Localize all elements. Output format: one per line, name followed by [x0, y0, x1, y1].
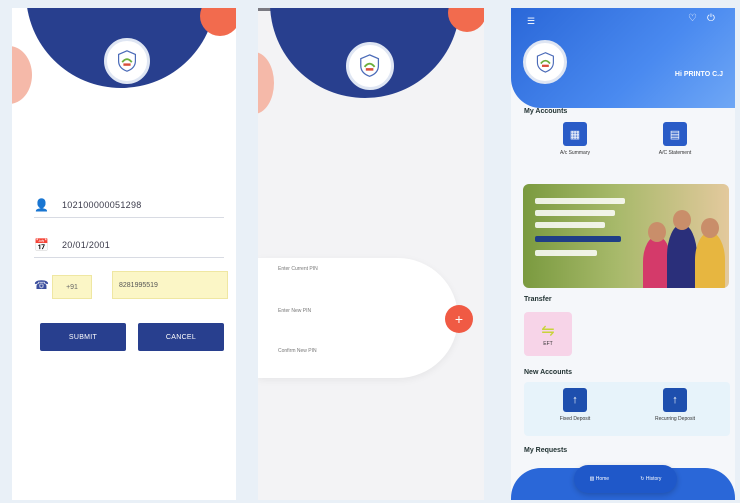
nav-history-label: History [645, 476, 662, 482]
bell-icon[interactable]: ♡ [688, 13, 697, 24]
user-icon: 👤 [34, 197, 49, 212]
fixed-deposit-label: Fixed Deposit [559, 416, 591, 422]
decor-pink-circle [258, 52, 274, 114]
phone-icon: ☎ [34, 278, 49, 292]
account-number-field[interactable]: 👤 102100000051298 [34, 192, 224, 218]
dob-value: 20/01/2001 [62, 239, 111, 250]
banner-text-line [535, 236, 621, 242]
banner-person-head [648, 222, 666, 242]
recurring-deposit-button[interactable]: ↑ Recurring Deposit [635, 388, 715, 422]
bank-logo [523, 40, 567, 84]
ac-statement-button[interactable]: ▤ A/C Statement [635, 122, 715, 156]
eft-label: EFT [543, 341, 553, 347]
dashboard-screen: ☰ ♡ ⏻ Hi PRINTO C.J My Accounts ▦ A/c Su… [511, 8, 735, 500]
banner-person-head [673, 210, 691, 230]
account-number-value: 102100000051298 [62, 199, 142, 210]
shield-logo-icon [118, 50, 136, 72]
deposit-icon: ↑ [663, 388, 687, 412]
recurring-deposit-label: Recurring Deposit [654, 416, 696, 422]
shield-logo-icon [536, 51, 554, 73]
user-greeting: Hi PRINTO C.J [674, 71, 723, 78]
my-accounts-title: My Accounts [524, 108, 568, 115]
nav-history-button[interactable]: ↻ History [640, 476, 661, 482]
eft-button[interactable]: ⇋ EFT [524, 312, 572, 356]
bank-logo [104, 38, 150, 84]
eft-icon: ⇋ [541, 323, 555, 340]
current-pin-input[interactable]: Enter Current PIN [278, 266, 318, 272]
banner-person [667, 224, 697, 288]
new-accounts-title: New Accounts [524, 369, 572, 376]
ac-summary-label: A/c Summary [559, 150, 590, 156]
shield-logo-icon [360, 54, 380, 78]
new-pin-input[interactable]: Enter New PIN [278, 308, 311, 314]
country-code-input[interactable]: +91 [52, 275, 92, 299]
submit-button[interactable]: SUBMIT [40, 323, 126, 351]
decor-pink-circle [12, 46, 32, 104]
nav-home-label: Home [595, 476, 610, 482]
ac-statement-label: A/C Statement [658, 150, 692, 156]
banner-text-line [535, 222, 605, 228]
summary-icon: ▦ [563, 122, 587, 146]
promo-banner[interactable] [523, 184, 729, 288]
submit-fab-button[interactable]: + [445, 305, 473, 333]
my-requests-title: My Requests [524, 447, 568, 454]
calendar-icon: 📅 [34, 237, 49, 252]
banner-text-line [535, 210, 615, 216]
nav-home-button[interactable]: ▧ Home [590, 476, 609, 482]
change-pin-screen: Enter Current PIN Enter New PIN Confirm … [258, 8, 484, 500]
banner-text-line [535, 250, 597, 256]
ac-summary-button[interactable]: ▦ A/c Summary [535, 122, 615, 156]
banner-person [695, 232, 725, 288]
bottom-nav-pill: ▧ Home ↻ History [574, 465, 677, 493]
menu-icon[interactable]: ☰ [527, 16, 535, 27]
bank-logo [346, 42, 394, 90]
fixed-deposit-button[interactable]: ↑ Fixed Deposit [535, 388, 615, 422]
pin-form-card: Enter Current PIN Enter New PIN Confirm … [258, 258, 458, 378]
registration-screen: 👤 102100000051298 📅 20/01/2001 ☎ +91 828… [12, 8, 236, 500]
banner-person-head [701, 218, 719, 238]
mobile-number-input[interactable]: 8281995519 [112, 271, 228, 299]
confirm-pin-input[interactable]: Confirm New PIN [278, 348, 317, 354]
power-icon[interactable]: ⏻ [707, 13, 715, 24]
transfer-title: Transfer [524, 296, 552, 303]
banner-text-line [535, 198, 625, 204]
deposit-icon: ↑ [563, 388, 587, 412]
cancel-button[interactable]: CANCEL [138, 323, 224, 351]
dob-field[interactable]: 📅 20/01/2001 [34, 232, 224, 258]
statement-icon: ▤ [663, 122, 687, 146]
